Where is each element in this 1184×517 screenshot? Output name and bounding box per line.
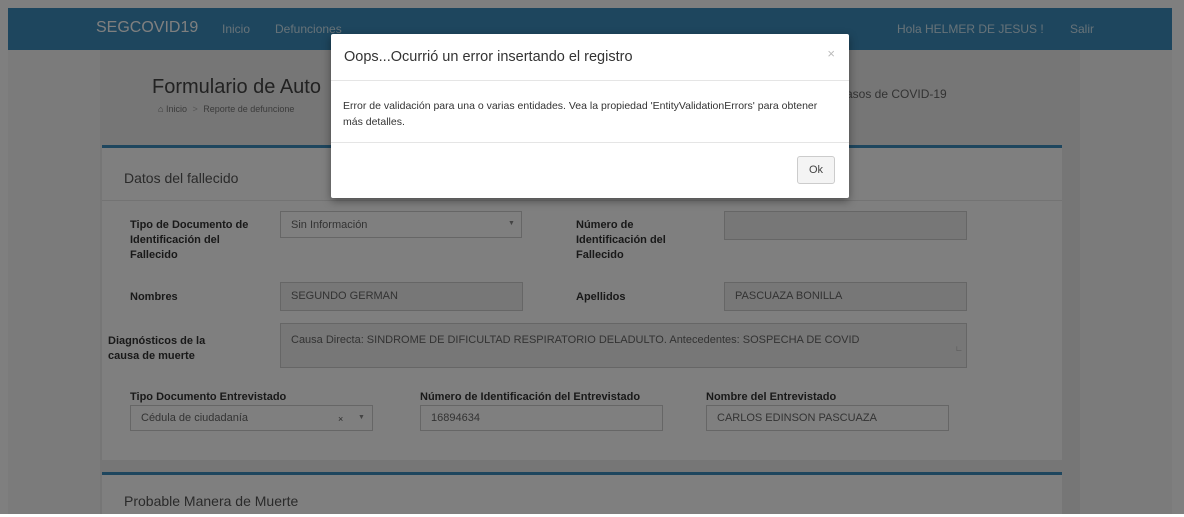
modal-title: Oops...Ocurrió un error insertando el re… [344,49,633,65]
modal-header-divider [331,80,849,81]
modal-message: Error de validación para una o varias en… [343,100,818,128]
modal-footer-divider [331,142,849,143]
error-modal: Oops...Ocurrió un error insertando el re… [331,34,849,198]
close-icon[interactable]: × [827,46,835,61]
ok-button[interactable]: Ok [797,156,835,184]
